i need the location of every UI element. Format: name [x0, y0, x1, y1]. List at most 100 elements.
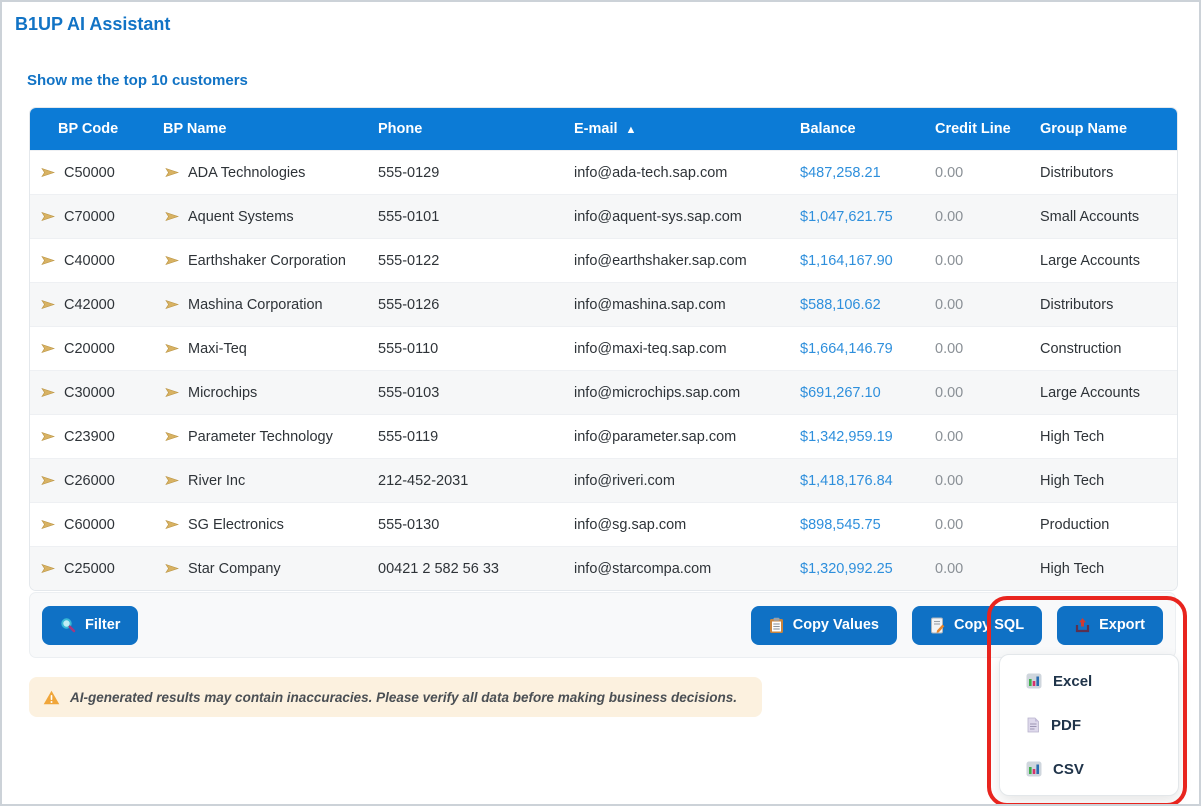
- credit-line-cell: 0.00: [935, 473, 1040, 489]
- column-header-credit-line[interactable]: Credit Line: [935, 121, 1040, 137]
- export-menu-item-label: Excel: [1053, 673, 1092, 690]
- chart-bars-icon: [1026, 761, 1042, 777]
- link-arrow-icon[interactable]: [41, 299, 55, 310]
- balance-cell: $898,545.75: [800, 517, 935, 533]
- column-header-email[interactable]: E-mail▲: [574, 121, 800, 137]
- export-menu-item-csv[interactable]: CSV: [1000, 747, 1178, 791]
- link-arrow-icon[interactable]: [41, 475, 55, 486]
- export-button[interactable]: Export: [1057, 606, 1163, 645]
- chart-bars-icon: [1026, 673, 1042, 689]
- page-title: B1UP AI Assistant: [15, 14, 170, 35]
- bp-name-cell: River Inc: [188, 473, 245, 489]
- link-arrow-icon[interactable]: [165, 519, 179, 530]
- bp-code-cell: C26000: [64, 473, 115, 489]
- column-header-group-name[interactable]: Group Name: [1040, 121, 1177, 137]
- copy-values-button[interactable]: Copy Values: [751, 606, 897, 645]
- link-arrow-icon[interactable]: [41, 211, 55, 222]
- group-name-cell: Construction: [1040, 341, 1177, 357]
- bp-code-cell: C42000: [64, 297, 115, 313]
- table-body: C50000 ADA Technologies 555-0129 info@ad…: [30, 150, 1177, 590]
- bp-name-cell: Star Company: [188, 561, 281, 577]
- export-menu-item-label: PDF: [1051, 717, 1081, 734]
- bp-name-cell: Mashina Corporation: [188, 297, 323, 313]
- bp-code-cell: C40000: [64, 253, 115, 269]
- link-arrow-icon[interactable]: [41, 255, 55, 266]
- link-arrow-icon[interactable]: [41, 343, 55, 354]
- column-header-bp-code[interactable]: BP Code: [30, 121, 158, 137]
- balance-cell: $588,106.62: [800, 297, 935, 313]
- table-footer-toolbar: Filter Copy Values Copy SQL Export: [29, 592, 1176, 658]
- link-arrow-icon[interactable]: [165, 167, 179, 178]
- link-arrow-icon[interactable]: [41, 167, 55, 178]
- balance-cell: $1,164,167.90: [800, 253, 935, 269]
- column-header-balance[interactable]: Balance: [800, 121, 935, 137]
- b1up-ai-assistant-window: B1UP AI Assistant Show me the top 10 cus…: [0, 0, 1201, 806]
- bp-code-cell: C30000: [64, 385, 115, 401]
- email-cell: info@ada-tech.sap.com: [574, 165, 800, 181]
- credit-line-cell: 0.00: [935, 429, 1040, 445]
- bp-code-cell: C70000: [64, 209, 115, 225]
- group-name-cell: Large Accounts: [1040, 385, 1177, 401]
- link-arrow-icon[interactable]: [165, 255, 179, 266]
- phone-cell: 555-0110: [378, 341, 574, 357]
- user-query-text: Show me the top 10 customers: [27, 72, 248, 89]
- link-arrow-icon[interactable]: [165, 211, 179, 222]
- email-cell: info@maxi-teq.sap.com: [574, 341, 800, 357]
- balance-cell: $1,664,146.79: [800, 341, 935, 357]
- link-arrow-icon[interactable]: [41, 431, 55, 442]
- bp-name-cell: ADA Technologies: [188, 165, 305, 181]
- table-row: C23900 Parameter Technology 555-0119 inf…: [30, 414, 1177, 458]
- balance-cell: $1,047,621.75: [800, 209, 935, 225]
- ai-disclaimer-banner: AI-generated results may contain inaccur…: [29, 677, 762, 717]
- credit-line-cell: 0.00: [935, 341, 1040, 357]
- column-header-bp-name[interactable]: BP Name: [158, 121, 378, 137]
- credit-line-cell: 0.00: [935, 297, 1040, 313]
- bp-name-cell: Parameter Technology: [188, 429, 333, 445]
- table-row: C40000 Earthshaker Corporation 555-0122 …: [30, 238, 1177, 282]
- document-pencil-icon: [930, 617, 945, 634]
- bp-code-cell: C20000: [64, 341, 115, 357]
- phone-cell: 555-0129: [378, 165, 574, 181]
- copy-sql-button[interactable]: Copy SQL: [912, 606, 1042, 645]
- export-menu-item-pdf[interactable]: PDF: [1000, 703, 1178, 747]
- link-arrow-icon[interactable]: [165, 299, 179, 310]
- credit-line-cell: 0.00: [935, 385, 1040, 401]
- bp-name-cell: SG Electronics: [188, 517, 284, 533]
- group-name-cell: Small Accounts: [1040, 209, 1177, 225]
- column-header-phone[interactable]: Phone: [378, 121, 574, 137]
- sort-ascending-icon: ▲: [626, 124, 637, 136]
- warning-triangle-icon: [43, 690, 60, 705]
- group-name-cell: Distributors: [1040, 297, 1177, 313]
- link-arrow-icon[interactable]: [165, 387, 179, 398]
- bp-name-cell: Microchips: [188, 385, 257, 401]
- table-row: C26000 River Inc 212-452-2031 info@river…: [30, 458, 1177, 502]
- export-menu-item-excel[interactable]: Excel: [1000, 659, 1178, 703]
- export-dropdown-menu: Excel PDF CSV: [999, 654, 1179, 796]
- link-arrow-icon[interactable]: [165, 431, 179, 442]
- balance-cell: $1,418,176.84: [800, 473, 935, 489]
- bp-code-cell: C60000: [64, 517, 115, 533]
- bp-name-cell: Earthshaker Corporation: [188, 253, 346, 269]
- table-header-row: BP Code BP Name Phone E-mail▲ Balance Cr…: [30, 108, 1177, 150]
- bp-code-cell: C25000: [64, 561, 115, 577]
- phone-cell: 555-0122: [378, 253, 574, 269]
- phone-cell: 212-452-2031: [378, 473, 574, 489]
- phone-cell: 00421 2 582 56 33: [378, 561, 574, 577]
- link-arrow-icon[interactable]: [165, 475, 179, 486]
- link-arrow-icon[interactable]: [165, 563, 179, 574]
- clipboard-icon: [769, 617, 784, 634]
- link-arrow-icon[interactable]: [165, 343, 179, 354]
- link-arrow-icon[interactable]: [41, 563, 55, 574]
- email-cell: info@aquent-sys.sap.com: [574, 209, 800, 225]
- credit-line-cell: 0.00: [935, 517, 1040, 533]
- table-row: C50000 ADA Technologies 555-0129 info@ad…: [30, 150, 1177, 194]
- link-arrow-icon[interactable]: [41, 387, 55, 398]
- filter-button[interactable]: Filter: [42, 606, 138, 645]
- upload-tray-icon: [1075, 617, 1090, 633]
- credit-line-cell: 0.00: [935, 209, 1040, 225]
- balance-cell: $487,258.21: [800, 165, 935, 181]
- link-arrow-icon[interactable]: [41, 519, 55, 530]
- group-name-cell: High Tech: [1040, 429, 1177, 445]
- pdf-file-icon: [1026, 717, 1040, 733]
- group-name-cell: Large Accounts: [1040, 253, 1177, 269]
